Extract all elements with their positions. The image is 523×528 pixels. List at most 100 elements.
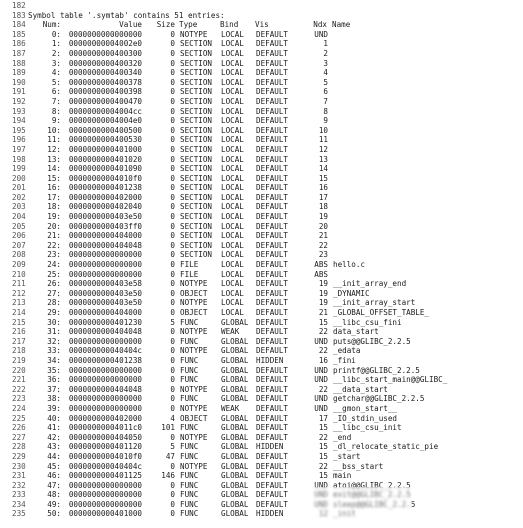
entry-ndx: UND [314,336,328,346]
row-cells: 18: 0000000000402040 0 SECTION LOCAL DEFAULT 1… [28,202,523,212]
header-bind: Bind [220,20,239,30]
entry-bind: LOCAL [221,298,244,308]
entry-bind: GLOBAL [221,432,249,442]
entry-value: 0000000000000000 [68,375,142,385]
entry-type: SECTION [180,106,213,116]
entry-value: 0000000000402000 [68,192,142,202]
entry-size: 0 [170,375,175,385]
entry-ndx: UND [314,480,328,490]
entry-name: atoi@@GLIBC_2.2.5 [333,480,411,490]
entry-type: SECTION [180,39,213,49]
entry-size: 0 [170,336,175,346]
line-number: 206 [12,231,26,241]
line-number: 202 [12,192,26,202]
entry-ndx: 15 [318,317,328,327]
entry-name [330,222,333,232]
entry-type: SECTION [180,231,213,241]
entry-num: 34: [47,355,61,365]
entry-value: 0000000000401238 [68,183,142,193]
row-cells: 50: 0000000000401000 0 FUNC GLOBAL HIDDEN 12 _i… [28,509,523,519]
entry-type: OBJECT [180,308,208,317]
table-row: 233 48: 0000000000000000 0 FUNC GLOBAL DEFAULT… [0,490,523,500]
table-row: 224 39: 0000000000000000 0 NOTYPE WEAK DEFAULT… [0,404,523,414]
entry-ndx: 7 [323,96,328,106]
entry-num: 4: [51,68,61,78]
entry-num: 31: [47,327,61,337]
entry-ndx: 1 [323,39,328,49]
entry-value: 0000000000000000 [68,403,142,413]
entry-ndx: UND [314,499,328,509]
entry-size: 0 [170,432,175,442]
column-headers: Num: Value Size Type Bind Vis Ndx Name [28,20,523,30]
entry-value: 0000000000000000 [68,269,142,279]
entry-num: 25: [47,269,61,279]
row-cells: 10: 0000000000400500 0 SECTION LOCAL DEFAULT 1… [28,126,523,136]
row-cells: 27: 0000000000403e50 0 OBJECT LOCAL DEFAULT 19… [28,289,523,299]
entry-type: NOTYPE [180,432,208,442]
entry-name [330,59,333,69]
entry-name: _end [333,432,352,442]
entry-ndx: 22 [318,384,328,394]
entry-num: 20: [47,221,61,231]
entry-size: 0 [170,240,175,250]
entry-type: FUNC [180,490,199,500]
table-row: 227 42: 0000000000404050 0 NOTYPE GLOBAL DEFAU… [0,433,523,443]
table-row: 231 46: 0000000000401125 146 FUNC GLOBAL DEFAU… [0,471,523,481]
table-row: 228 43: 0000000000401120 5 FUNC GLOBAL HIDDEN 1… [0,442,523,452]
entry-vis: DEFAULT [256,116,289,126]
entry-ndx: 15 [318,173,328,183]
entry-size: 4 [170,413,175,423]
entry-value: 0000000000000000 [68,260,142,270]
entry-num: 11: [47,135,61,145]
entry-type: SECTION [180,68,213,78]
entry-value: 0000000000402040 [68,202,142,212]
entry-size: 0 [170,394,175,404]
entry-size: 0 [170,384,175,394]
row-cells: 3: 0000000000400320 0 SECTION LOCAL DEFAULT 3 [28,59,523,69]
entry-size: 0 [170,39,175,49]
entry-size: 0 [170,68,175,78]
row-cells: 39: 0000000000000000 0 NOTYPE WEAK DEFAULT UND… [28,404,523,414]
entry-ndx: 6 [323,87,328,97]
entry-type: FUNC [180,317,199,327]
entry-name [330,49,333,59]
entry-size: 0 [170,355,175,365]
entry-name: __bss_start [333,461,384,471]
entry-vis: DEFAULT [256,240,289,250]
entry-name [330,68,333,78]
entry-value: 00000000004010f0 [68,173,142,183]
entry-ndx: 5 [323,77,328,87]
entry-size: 5 [170,442,175,452]
table-row: 192 7: 0000000000400470 0 SECTION LOCAL DEFAUL… [0,97,523,107]
entry-size: 0 [170,346,175,356]
entry-size: 0 [170,77,175,87]
entry-num: 45: [47,461,61,471]
table-row: 230 45: 000000000040404c 0 NOTYPE GLOBAL DEFAU… [0,462,523,472]
header-num: Num: [42,20,61,30]
entry-size: 5 [170,317,175,327]
entry-type: SECTION [180,77,213,87]
entry-bind: LOCAL [221,135,244,145]
entry-value: 0000000000402000 [68,413,142,423]
entry-value: 0000000000401000 [68,144,142,154]
table-row: 210 25: 0000000000000000 0 FILE LOCAL DEFAULT A… [0,270,523,280]
entry-name [330,241,333,251]
entry-ndx: 2 [323,48,328,58]
entry-num: 5: [51,77,61,87]
entry-vis: DEFAULT [256,288,289,298]
entry-vis: DEFAULT [256,125,289,135]
table-row: 213 28: 0000000000403e50 0 NOTYPE LOCAL DEFAUL… [0,298,523,308]
entry-size: 0 [170,164,175,174]
entry-num: 38: [47,394,61,404]
entry-num: 26: [47,279,61,289]
entry-value: 0000000000404048 [68,240,142,250]
entry-type: SECTION [180,250,213,260]
row-cells: 48: 0000000000000000 0 FUNC GLOBAL DEFAULT UND… [28,490,523,500]
entry-vis: DEFAULT [256,423,289,433]
table-row: 223 38: 0000000000000000 0 FUNC GLOBAL DEFAULT… [0,394,523,404]
row-cells: 26: 0000000000403e58 0 NOTYPE LOCAL DEFAULT 19… [28,279,523,289]
entry-bind: GLOBAL [221,375,249,385]
entry-num: 23: [47,250,61,260]
entry-num: 2: [51,48,61,58]
entry-num: 1: [51,39,61,49]
